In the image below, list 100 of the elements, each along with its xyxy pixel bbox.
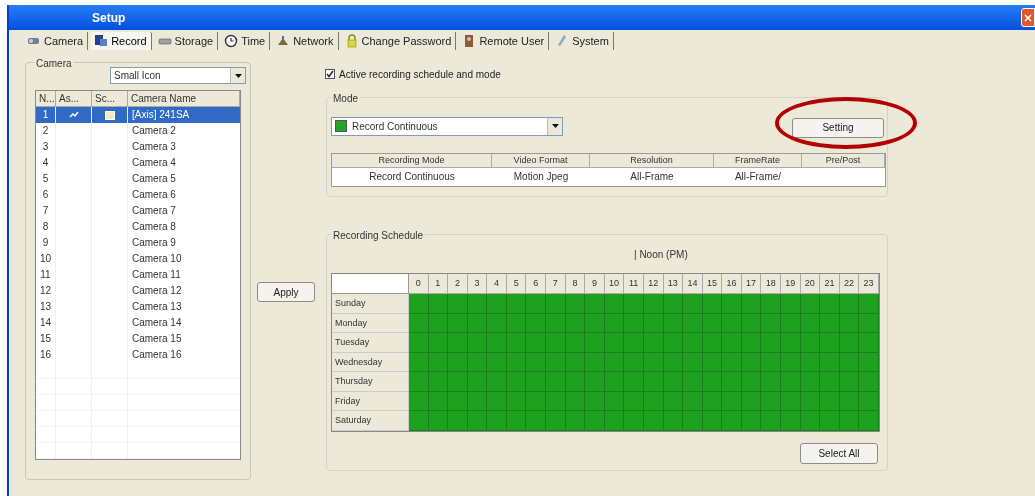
schedule-row[interactable] — [409, 294, 879, 314]
schedule-icon — [104, 110, 115, 120]
table-cell-text: Camera 13 — [131, 300, 183, 314]
tab[interactable]: Camera — [24, 32, 89, 50]
table-cell: 7 — [36, 203, 56, 219]
schedule-row[interactable] — [409, 313, 879, 333]
group-title: Recording Schedule — [331, 228, 426, 243]
lock-icon — [344, 34, 359, 48]
tab[interactable]: Network — [273, 32, 339, 50]
setting-button[interactable]: Setting — [792, 117, 884, 138]
schedule-row[interactable] — [409, 391, 879, 411]
table-row[interactable]: 12 Camera 12 — [36, 283, 240, 299]
table-row[interactable]: 8 Camera 8 — [36, 219, 240, 235]
table-cell: 5 — [36, 171, 56, 187]
table-row[interactable]: 3 Camera 3 — [36, 139, 240, 155]
clock-icon — [224, 34, 239, 48]
table-row[interactable]: 15 Camera 15 — [36, 331, 240, 347]
table-cell-text: Camera 10 — [131, 252, 183, 266]
table-cell-text: Camera 5 — [131, 172, 177, 186]
tab[interactable]: Storage — [154, 32, 219, 50]
table-cell: 6 — [36, 187, 56, 203]
table-row[interactable]: 11 Camera 11 — [36, 267, 240, 283]
table-cell-text: Camera 2 — [131, 124, 177, 138]
checkbox[interactable] — [325, 69, 335, 79]
day-label: Saturday — [332, 411, 409, 431]
close-button[interactable] — [1021, 8, 1035, 27]
film-icon — [94, 34, 109, 48]
column-header[interactable]: Recording Mode — [332, 154, 492, 168]
table-cell: 13 — [36, 299, 56, 315]
apply-button[interactable]: Apply — [257, 282, 315, 302]
table-row[interactable]: 13 Camera 13 — [36, 299, 240, 315]
table-cell: 11 — [36, 267, 56, 283]
window-title: Setup — [92, 9, 126, 27]
table-row[interactable]: 1 [Axis] 241SA — [36, 107, 240, 123]
table-cell-text: Camera 8 — [131, 220, 177, 234]
table-cell: 8 — [36, 219, 56, 235]
schedule-row[interactable] — [409, 372, 879, 392]
table-cell: 10 — [36, 251, 56, 267]
day-label: Tuesday — [332, 333, 409, 353]
table-cell-text: Camera 14 — [131, 316, 183, 330]
table-row[interactable]: 14 Camera 14 — [36, 315, 240, 331]
check-icon — [326, 70, 334, 78]
table-row[interactable]: 9 Camera 9 — [36, 235, 240, 251]
close-icon — [1024, 13, 1032, 22]
checkbox-label: Active recording schedule and mode — [339, 67, 501, 82]
table-cell-text: Camera 9 — [131, 236, 177, 250]
schedule-row[interactable] — [409, 411, 879, 431]
dropdown-arrow-icon — [551, 124, 559, 128]
table-cell-text: Camera 16 — [131, 348, 183, 362]
table-cell-text: Camera 12 — [131, 284, 183, 298]
table-cell: 12 — [36, 283, 56, 299]
link-icon — [68, 111, 79, 119]
tab[interactable]: Record — [91, 32, 152, 50]
table-cell-text: Camera 4 — [131, 156, 177, 170]
table-cell: 4 — [36, 155, 56, 171]
table-row[interactable]: 4 Camera 4 — [36, 155, 240, 171]
day-label: Friday — [332, 391, 409, 411]
table-cell-text: Camera 7 — [131, 204, 177, 218]
table-row[interactable]: 5 Camera 5 — [36, 171, 240, 187]
mode-dropdown[interactable]: Record Continuous — [331, 116, 563, 136]
tab[interactable]: System — [552, 32, 614, 50]
table-cell-text: Camera 15 — [131, 332, 183, 346]
column-header[interactable]: Resolution — [590, 154, 714, 168]
column-header[interactable]: Pre/Post — [802, 154, 885, 168]
table-row[interactable]: 16 Camera 16 — [36, 347, 240, 363]
noon-label: | Noon (PM) — [634, 247, 688, 262]
table-cell-text: Camera 3 — [131, 140, 177, 154]
table-cell-text: All-Frame/ — [733, 170, 783, 184]
tab[interactable]: Remote User — [459, 32, 550, 50]
column-header[interactable]: FrameRate — [714, 154, 802, 168]
day-label: Thursday — [332, 372, 409, 392]
table-cell: 15 — [36, 331, 56, 347]
day-label: Wednesday — [332, 352, 409, 372]
tab[interactable]: Change Password — [341, 32, 457, 50]
column-header[interactable]: Video Format — [492, 154, 590, 168]
network-icon — [276, 34, 291, 48]
schedule-row[interactable] — [409, 352, 879, 372]
view-dropdown[interactable]: Small Icon — [110, 67, 246, 84]
table-row[interactable]: 6 Camera 6 — [36, 187, 240, 203]
table-cell: 3 — [36, 139, 56, 155]
table-cell-text: All-Frame — [629, 170, 675, 184]
table-cell-text: Motion Jpeg — [512, 170, 570, 184]
table-cell: 1 — [36, 107, 56, 123]
table-row[interactable]: 7 Camera 7 — [36, 203, 240, 219]
select-all-button[interactable]: Select All — [800, 442, 878, 464]
table-cell: 14 — [36, 315, 56, 331]
table-cell-text: [Axis] 241SA — [131, 108, 191, 122]
day-label: Sunday — [332, 294, 409, 314]
table-row[interactable]: 10 Camera 10 — [36, 251, 240, 267]
table-cell: 16 — [36, 347, 56, 363]
table-cell-text: Camera 6 — [131, 188, 177, 202]
table-row[interactable]: 2 Camera 2 — [36, 123, 240, 139]
table-cell: 2 — [36, 123, 56, 139]
day-label: Monday — [332, 313, 409, 333]
dropdown-arrow-icon — [234, 73, 242, 78]
table-cell-text: Camera 11 — [131, 268, 182, 282]
tab[interactable]: Time — [221, 32, 271, 50]
table-cell: 9 — [36, 235, 56, 251]
schedule-row[interactable] — [409, 333, 879, 353]
table-cell-text: Record Continuous — [368, 170, 456, 184]
